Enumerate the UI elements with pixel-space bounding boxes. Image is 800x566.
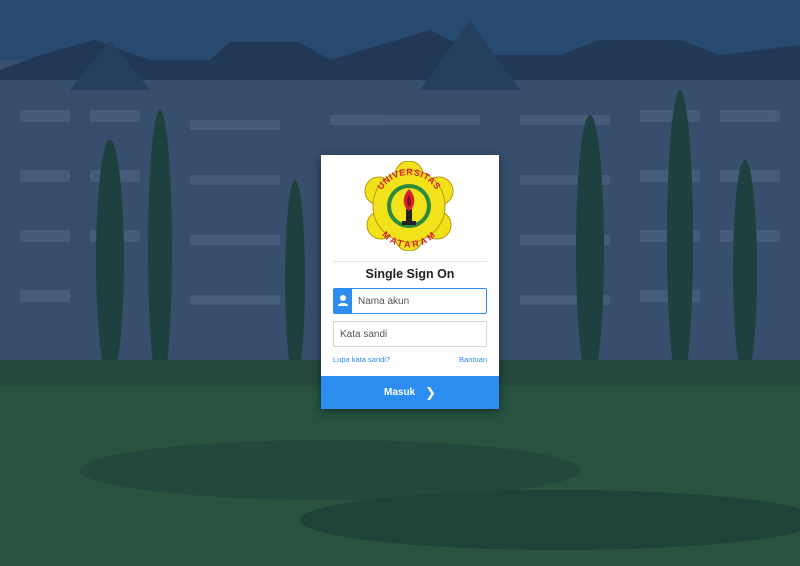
- university-logo: UNIVERSITAS MATARAM: [364, 161, 454, 251]
- user-icon-box: [334, 289, 352, 313]
- user-icon: [338, 295, 348, 306]
- username-field[interactable]: [333, 288, 487, 314]
- login-card: UNIVERSITAS MATARAM Single Sign On Lupa …: [321, 155, 499, 409]
- login-button[interactable]: Masuk ❯: [321, 376, 499, 409]
- divider: [333, 261, 487, 262]
- help-link[interactable]: Bantuan: [459, 355, 487, 364]
- username-input[interactable]: [358, 289, 484, 313]
- login-button-label: Masuk: [383, 387, 416, 398]
- password-input[interactable]: [340, 322, 484, 346]
- chevron-right-icon: ❯: [425, 385, 437, 400]
- password-field[interactable]: [333, 321, 487, 347]
- forgot-password-link[interactable]: Lupa kata sandi?: [333, 355, 390, 364]
- logo-container: UNIVERSITAS MATARAM: [321, 155, 499, 260]
- page-title: Single Sign On: [365, 267, 455, 281]
